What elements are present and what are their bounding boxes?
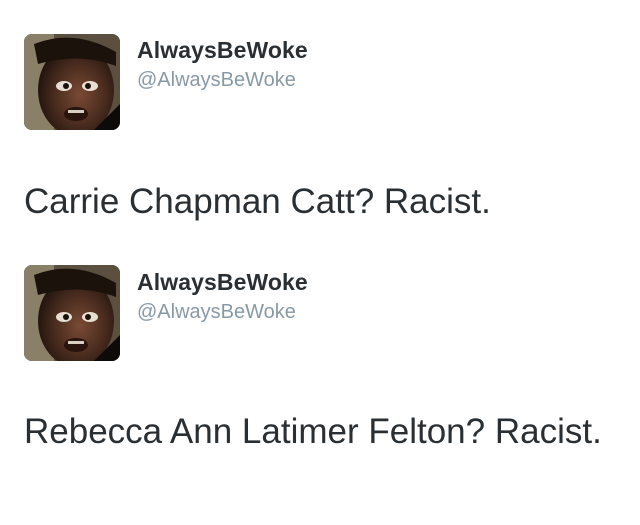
user-handle[interactable]: @AlwaysBeWoke <box>137 69 296 92</box>
avatar-photo-icon <box>24 34 120 130</box>
tweet-text: Rebecca Ann Latimer Felton? Racist. <box>24 412 602 451</box>
tweet: AlwaysBeWoke @AlwaysBeWoke Rebecca Ann L… <box>0 250 640 525</box>
profile-avatar[interactable] <box>24 34 120 130</box>
profile-avatar[interactable] <box>24 265 120 361</box>
display-name[interactable]: AlwaysBeWoke <box>137 37 308 64</box>
avatar-photo-icon <box>24 265 120 361</box>
tweet-text: Carrie Chapman Catt? Racist. <box>24 182 491 221</box>
display-name[interactable]: AlwaysBeWoke <box>137 269 308 296</box>
user-handle[interactable]: @AlwaysBeWoke <box>137 301 296 324</box>
tweet: AlwaysBeWoke @AlwaysBeWoke Carrie Chapma… <box>0 0 640 250</box>
